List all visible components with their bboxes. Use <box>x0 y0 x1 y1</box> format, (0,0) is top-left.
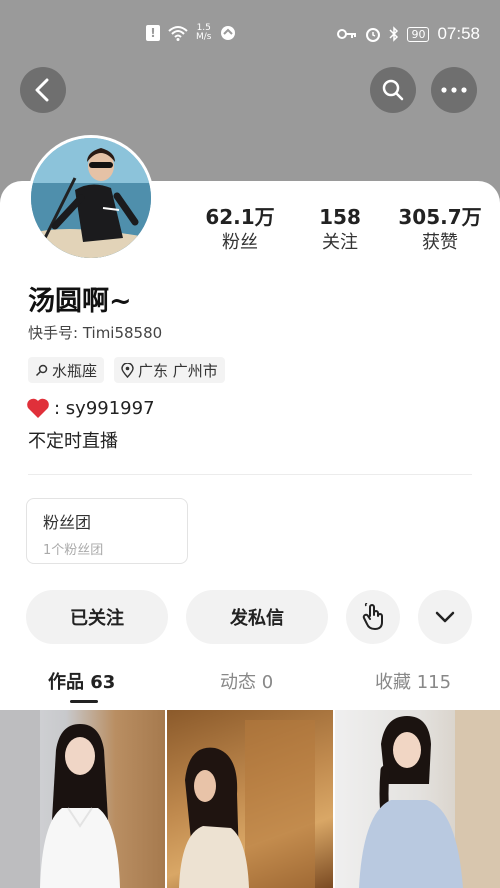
video-thumbnail[interactable] <box>167 710 333 888</box>
status-bar: ! 1.5 M/s 90 07:58 <box>0 0 500 72</box>
send-message-button[interactable]: 发私信 <box>186 590 328 644</box>
avatar-photo <box>31 138 151 258</box>
fan-club-card[interactable]: 粉丝团 1个粉丝团 <box>26 498 188 564</box>
chevron-left-icon <box>35 78 49 102</box>
tab-favorites[interactable]: 收藏 115 <box>375 668 451 694</box>
network-speed: 1.5 M/s <box>196 23 212 42</box>
search-button[interactable] <box>370 67 416 113</box>
key-icon <box>337 29 357 39</box>
more-options-button[interactable] <box>431 67 477 113</box>
profile-bio: 不定时直播 <box>28 431 118 452</box>
following-button[interactable]: 已关注 <box>26 590 168 644</box>
alarm-icon <box>366 28 381 42</box>
profile-stats: 62.1万 粉丝 158 关注 305.7万 获赞 <box>190 205 490 255</box>
search-icon <box>382 79 404 101</box>
avatar[interactable] <box>28 135 154 261</box>
video-thumbnail[interactable] <box>334 710 500 888</box>
thumbnail-photo <box>0 710 120 888</box>
search-icon <box>35 364 48 376</box>
fan-club-title: 粉丝团 <box>43 513 92 532</box>
tab-moments[interactable]: 动态 0 <box>220 668 273 694</box>
wifi-icon <box>168 26 188 41</box>
stat-following[interactable]: 158 关注 <box>290 205 390 255</box>
sync-icon <box>220 26 235 40</box>
video-thumbnail[interactable] <box>0 710 166 888</box>
more-actions-button[interactable] <box>418 590 472 644</box>
kuaishou-id[interactable]: 快手号: Timi58580 <box>28 322 162 343</box>
more-dots-icon <box>441 87 467 93</box>
tag-zodiac[interactable]: 水瓶座 <box>28 357 105 383</box>
chevron-down-icon <box>435 611 455 623</box>
thumbnail-photo <box>179 720 316 888</box>
contact-info: : sy991997 <box>26 397 155 419</box>
profile-name: 汤圆啊~ <box>28 286 132 317</box>
active-tab-indicator <box>70 700 98 703</box>
divider <box>28 474 472 475</box>
bluetooth-icon <box>389 26 399 42</box>
hand-pointer-icon <box>362 603 383 630</box>
profile-tags: 水瓶座 广东 广州市 <box>28 357 225 383</box>
stat-likes[interactable]: 305.7万 获赞 <box>390 205 490 255</box>
tab-works[interactable]: 作品 63 <box>48 668 115 694</box>
thumbnail-photo <box>358 710 500 888</box>
battery-indicator: 90 <box>407 26 430 42</box>
tag-location[interactable]: 广东 广州市 <box>114 357 225 383</box>
content-tabs: 作品 63 动态 0 收藏 115 <box>0 668 500 704</box>
back-button[interactable] <box>20 67 66 113</box>
stat-followers[interactable]: 62.1万 粉丝 <box>190 205 290 255</box>
location-pin-icon <box>121 362 134 378</box>
interact-button[interactable] <box>346 590 400 644</box>
status-time: 07:58 <box>437 24 480 43</box>
heart-icon <box>27 398 49 418</box>
fan-club-subtitle: 1个粉丝团 <box>43 543 104 558</box>
profile-actions: 已关注 发私信 <box>26 590 476 644</box>
alert-badge: ! <box>146 25 160 41</box>
works-grid <box>0 710 500 888</box>
